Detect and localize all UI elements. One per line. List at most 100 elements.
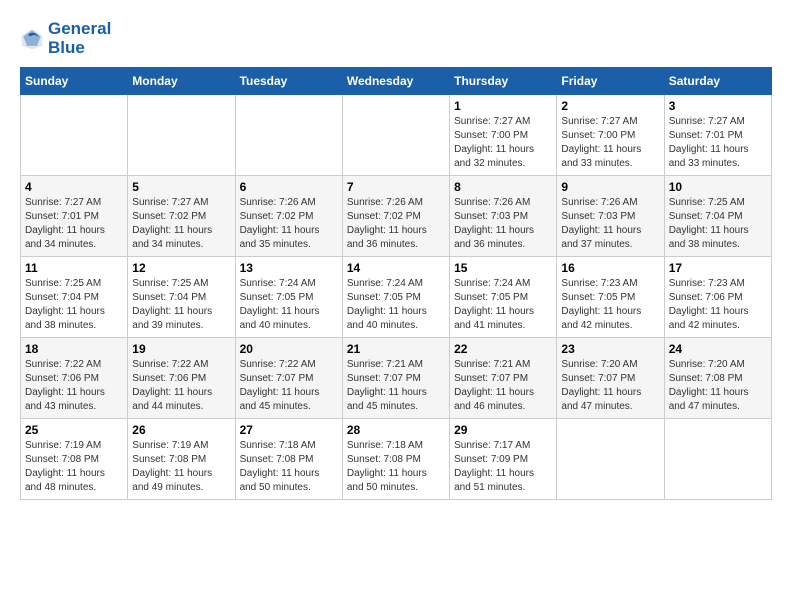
calendar-week-row: 1 Sunrise: 7:27 AMSunset: 7:00 PMDaylight…: [21, 95, 772, 176]
day-number: 6: [240, 180, 338, 194]
day-info: Sunrise: 7:19 AMSunset: 7:08 PMDaylight:…: [132, 439, 230, 495]
day-info: Sunrise: 7:27 AMSunset: 7:02 PMDaylight:…: [132, 196, 230, 252]
day-info: Sunrise: 7:25 AMSunset: 7:04 PMDaylight:…: [132, 277, 230, 333]
day-info: Sunrise: 7:25 AMSunset: 7:04 PMDaylight:…: [669, 196, 767, 252]
calendar-cell: 16Sunrise: 7:23 AMSunset: 7:05 PMDayligh…: [557, 257, 664, 338]
calendar-cell: 4 Sunrise: 7:27 AMSunset: 7:01 PMDaylight…: [21, 176, 128, 257]
day-info: Sunrise: 7:27 AMSunset: 7:01 PMDaylight:…: [669, 115, 767, 171]
calendar-cell: 2 Sunrise: 7:27 AMSunset: 7:00 PMDaylight…: [557, 95, 664, 176]
column-header-tuesday: Tuesday: [235, 68, 342, 95]
calendar-cell: 11 Sunrise: 7:25 AMSunset: 7:04 PMDayligh…: [21, 257, 128, 338]
day-info: Sunrise: 7:24 AMSunset: 7:05 PMDaylight:…: [454, 277, 552, 333]
calendar-cell: 5 Sunrise: 7:27 AMSunset: 7:02 PMDaylight…: [128, 176, 235, 257]
calendar-cell: 26 Sunrise: 7:19 AMSunset: 7:08 PMDayligh…: [128, 419, 235, 500]
day-number: 28: [347, 423, 445, 437]
day-info: Sunrise: 7:22 AMSunset: 7:06 PMDaylight:…: [132, 358, 230, 414]
calendar-cell: [342, 95, 449, 176]
calendar-cell: 23 Sunrise: 7:20 AMSunset: 7:07 PMDayligh…: [557, 338, 664, 419]
day-number: 29: [454, 423, 552, 437]
calendar-cell: 18 Sunrise: 7:22 AMSunset: 7:06 PMDayligh…: [21, 338, 128, 419]
day-number: 19: [132, 342, 230, 356]
day-info: Sunrise: 7:26 AMSunset: 7:02 PMDaylight:…: [347, 196, 445, 252]
day-number: 14: [347, 261, 445, 275]
day-number: 2: [561, 99, 659, 113]
day-info: Sunrise: 7:21 AMSunset: 7:07 PMDaylight:…: [454, 358, 552, 414]
column-header-sunday: Sunday: [21, 68, 128, 95]
day-number: 5: [132, 180, 230, 194]
column-header-thursday: Thursday: [450, 68, 557, 95]
calendar-table: SundayMondayTuesdayWednesdayThursdayFrid…: [20, 67, 772, 500]
day-info: Sunrise: 7:18 AMSunset: 7:08 PMDaylight:…: [240, 439, 338, 495]
calendar-cell: 25 Sunrise: 7:19 AMSunset: 7:08 PMDayligh…: [21, 419, 128, 500]
day-number: 10: [669, 180, 767, 194]
day-info: Sunrise: 7:20 AMSunset: 7:07 PMDaylight:…: [561, 358, 659, 414]
day-number: 25: [25, 423, 123, 437]
day-number: 21: [347, 342, 445, 356]
calendar-week-row: 18 Sunrise: 7:22 AMSunset: 7:06 PMDayligh…: [21, 338, 772, 419]
day-info: Sunrise: 7:20 AMSunset: 7:08 PMDaylight:…: [669, 358, 767, 414]
calendar-cell: 29 Sunrise: 7:17 AMSunset: 7:09 PMDayligh…: [450, 419, 557, 500]
day-number: 26: [132, 423, 230, 437]
calendar-cell: 8 Sunrise: 7:26 AMSunset: 7:03 PMDaylight…: [450, 176, 557, 257]
day-info: Sunrise: 7:23 AMSunset: 7:05 PMDaylight:…: [561, 277, 659, 333]
page-header: General Blue: [20, 20, 772, 57]
day-number: 8: [454, 180, 552, 194]
day-info: Sunrise: 7:26 AMSunset: 7:03 PMDaylight:…: [561, 196, 659, 252]
calendar-cell: 13Sunrise: 7:24 AMSunset: 7:05 PMDayligh…: [235, 257, 342, 338]
day-number: 24: [669, 342, 767, 356]
logo-icon: [20, 27, 44, 51]
day-info: Sunrise: 7:19 AMSunset: 7:08 PMDaylight:…: [25, 439, 123, 495]
calendar-cell: 28 Sunrise: 7:18 AMSunset: 7:08 PMDayligh…: [342, 419, 449, 500]
calendar-cell: 3 Sunrise: 7:27 AMSunset: 7:01 PMDaylight…: [664, 95, 771, 176]
calendar-cell: 15 Sunrise: 7:24 AMSunset: 7:05 PMDayligh…: [450, 257, 557, 338]
day-info: Sunrise: 7:23 AMSunset: 7:06 PMDaylight:…: [669, 277, 767, 333]
logo: General Blue: [20, 20, 111, 57]
calendar-cell: 6 Sunrise: 7:26 AMSunset: 7:02 PMDaylight…: [235, 176, 342, 257]
day-number: 17: [669, 261, 767, 275]
calendar-cell: 24 Sunrise: 7:20 AMSunset: 7:08 PMDayligh…: [664, 338, 771, 419]
calendar-cell: [128, 95, 235, 176]
day-info: Sunrise: 7:22 AMSunset: 7:07 PMDaylight:…: [240, 358, 338, 414]
calendar-cell: 9 Sunrise: 7:26 AMSunset: 7:03 PMDaylight…: [557, 176, 664, 257]
day-number: 4: [25, 180, 123, 194]
column-header-saturday: Saturday: [664, 68, 771, 95]
day-number: 7: [347, 180, 445, 194]
calendar-cell: 17 Sunrise: 7:23 AMSunset: 7:06 PMDayligh…: [664, 257, 771, 338]
day-number: 9: [561, 180, 659, 194]
day-info: Sunrise: 7:17 AMSunset: 7:09 PMDaylight:…: [454, 439, 552, 495]
calendar-cell: 7 Sunrise: 7:26 AMSunset: 7:02 PMDaylight…: [342, 176, 449, 257]
day-info: Sunrise: 7:22 AMSunset: 7:06 PMDaylight:…: [25, 358, 123, 414]
calendar-cell: 21 Sunrise: 7:21 AMSunset: 7:07 PMDayligh…: [342, 338, 449, 419]
day-info: Sunrise: 7:27 AMSunset: 7:01 PMDaylight:…: [25, 196, 123, 252]
day-number: 1: [454, 99, 552, 113]
calendar-cell: 12 Sunrise: 7:25 AMSunset: 7:04 PMDayligh…: [128, 257, 235, 338]
day-info: Sunrise: 7:21 AMSunset: 7:07 PMDaylight:…: [347, 358, 445, 414]
calendar-week-row: 4 Sunrise: 7:27 AMSunset: 7:01 PMDaylight…: [21, 176, 772, 257]
logo-text: General Blue: [48, 20, 111, 57]
calendar-cell: 20 Sunrise: 7:22 AMSunset: 7:07 PMDayligh…: [235, 338, 342, 419]
day-number: 15: [454, 261, 552, 275]
calendar-header-row: SundayMondayTuesdayWednesdayThursdayFrid…: [21, 68, 772, 95]
day-info: Sunrise: 7:26 AMSunset: 7:02 PMDaylight:…: [240, 196, 338, 252]
day-number: 20: [240, 342, 338, 356]
day-info: Sunrise: 7:18 AMSunset: 7:08 PMDaylight:…: [347, 439, 445, 495]
day-number: 18: [25, 342, 123, 356]
day-info: Sunrise: 7:27 AMSunset: 7:00 PMDaylight:…: [454, 115, 552, 171]
calendar-cell: 1 Sunrise: 7:27 AMSunset: 7:00 PMDaylight…: [450, 95, 557, 176]
day-number: 3: [669, 99, 767, 113]
column-header-wednesday: Wednesday: [342, 68, 449, 95]
day-info: Sunrise: 7:25 AMSunset: 7:04 PMDaylight:…: [25, 277, 123, 333]
day-info: Sunrise: 7:26 AMSunset: 7:03 PMDaylight:…: [454, 196, 552, 252]
day-info: Sunrise: 7:27 AMSunset: 7:00 PMDaylight:…: [561, 115, 659, 171]
calendar-cell: [21, 95, 128, 176]
calendar-cell: [557, 419, 664, 500]
day-number: 22: [454, 342, 552, 356]
calendar-cell: 22 Sunrise: 7:21 AMSunset: 7:07 PMDayligh…: [450, 338, 557, 419]
day-number: 11: [25, 261, 123, 275]
day-number: 12: [132, 261, 230, 275]
day-number: 23: [561, 342, 659, 356]
calendar-cell: [664, 419, 771, 500]
day-info: Sunrise: 7:24 AMSunset: 7:05 PMDaylight:…: [240, 277, 338, 333]
calendar-cell: 27Sunrise: 7:18 AMSunset: 7:08 PMDayligh…: [235, 419, 342, 500]
calendar-week-row: 11 Sunrise: 7:25 AMSunset: 7:04 PMDayligh…: [21, 257, 772, 338]
